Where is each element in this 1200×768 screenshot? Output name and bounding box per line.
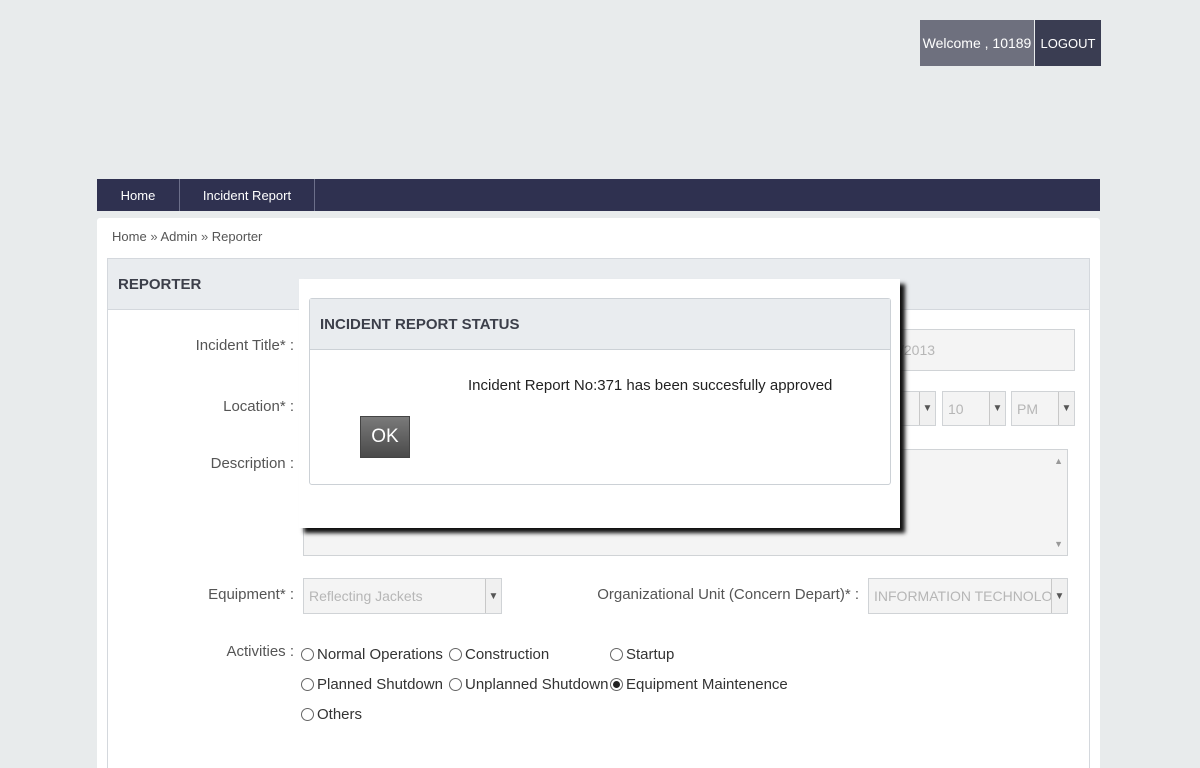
ok-button[interactable]: OK — [360, 416, 410, 458]
modal-panel: INCIDENT REPORT STATUS Incident Report N… — [309, 298, 891, 485]
breadcrumb-admin[interactable]: Admin — [160, 229, 197, 244]
equipment-select[interactable]: Reflecting Jackets ▼ — [303, 578, 502, 614]
radio-label: Unplanned Shutdown — [465, 676, 609, 693]
radio-label: Construction — [465, 646, 550, 663]
radio-button[interactable] — [301, 648, 314, 661]
radio-others[interactable]: Others — [301, 706, 362, 723]
org-unit-value: INFORMATION TECHNOLOG — [874, 588, 1064, 604]
equipment-value: Reflecting Jackets — [309, 588, 423, 604]
radio-label: Planned Shutdown — [317, 676, 443, 693]
equipment-label: Equipment* : — [208, 586, 294, 603]
activities-label: Activities : — [226, 643, 294, 660]
breadcrumb-separator: » — [200, 229, 209, 244]
radio-label: Startup — [626, 646, 675, 663]
main-nav: Home Incident Report — [97, 179, 1100, 211]
org-unit-label: Organizational Unit (Concern Depart)* : — [597, 586, 859, 603]
description-label: Description : — [210, 455, 294, 472]
radio-label: Normal Operations — [317, 646, 443, 663]
radio-planned-shutdown[interactable]: Planned Shutdown — [301, 676, 443, 693]
radio-normal-operations[interactable]: Normal Operations — [301, 646, 443, 663]
date-value: /2013 — [900, 342, 936, 358]
nav-incident-report[interactable]: Incident Report — [180, 179, 315, 211]
radio-button[interactable] — [449, 648, 462, 661]
chevron-down-icon: ▼ — [1058, 392, 1074, 425]
breadcrumb-reporter: Reporter — [211, 229, 263, 244]
radio-construction[interactable]: Construction — [449, 646, 549, 663]
radio-button[interactable] — [449, 678, 462, 691]
ampm-value: PM — [1017, 400, 1038, 417]
radio-button[interactable] — [301, 708, 314, 721]
location-label: Location* : — [223, 398, 294, 415]
breadcrumb-home[interactable]: Home — [112, 229, 147, 244]
user-bar: Welcome , 10189 LOGOUT — [920, 20, 1101, 66]
modal-title: INCIDENT REPORT STATUS — [310, 299, 890, 350]
scroll-up-icon[interactable]: ▲ — [1054, 456, 1063, 466]
chevron-down-icon: ▼ — [989, 392, 1005, 425]
minute-value: 10 — [948, 400, 964, 417]
radio-label: Equipment Maintenence — [626, 676, 788, 693]
chevron-down-icon: ▼ — [1051, 579, 1067, 613]
chevron-down-icon: ▼ — [485, 579, 501, 613]
radio-button[interactable] — [610, 648, 623, 661]
ampm-select[interactable]: PM ▼ — [1011, 391, 1075, 426]
radio-button-checked[interactable] — [610, 678, 623, 691]
welcome-text: Welcome , 10189 — [920, 20, 1034, 66]
breadcrumb: Home » Admin » Reporter — [112, 229, 262, 244]
scroll-down-icon[interactable]: ▼ — [1054, 539, 1063, 549]
radio-startup[interactable]: Startup — [610, 646, 674, 663]
chevron-down-icon: ▼ — [919, 392, 935, 425]
org-unit-select[interactable]: INFORMATION TECHNOLOG ▼ — [868, 578, 1068, 614]
radio-button[interactable] — [301, 678, 314, 691]
nav-home[interactable]: Home — [97, 179, 180, 211]
status-modal: INCIDENT REPORT STATUS Incident Report N… — [299, 279, 900, 528]
modal-message: Incident Report No:371 has been succesfu… — [468, 377, 833, 394]
date-field[interactable]: /2013 — [880, 329, 1075, 371]
radio-label: Others — [317, 706, 363, 723]
radio-unplanned-shutdown[interactable]: Unplanned Shutdown — [449, 676, 608, 693]
incident-title-label: Incident Title* : — [195, 337, 294, 354]
minute-select[interactable]: 10 ▼ — [942, 391, 1006, 426]
breadcrumb-separator: » — [150, 229, 158, 244]
radio-equipment-maintenence[interactable]: Equipment Maintenence — [610, 676, 788, 693]
logout-button[interactable]: LOGOUT — [1035, 20, 1101, 66]
